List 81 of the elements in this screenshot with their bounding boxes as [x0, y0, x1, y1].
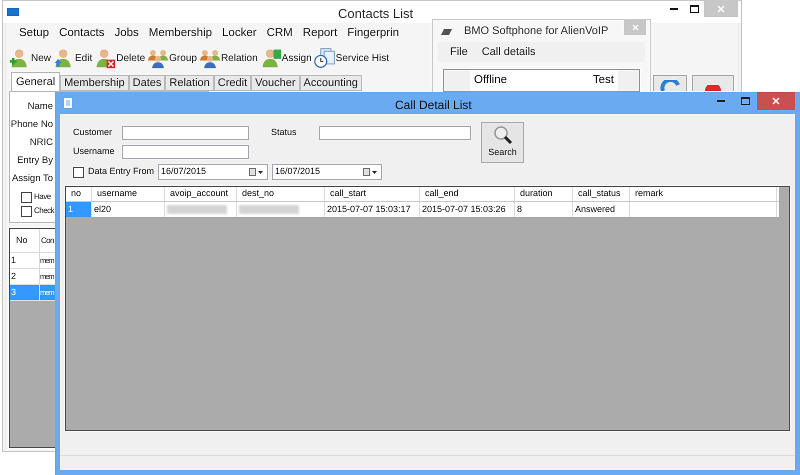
search-icon	[492, 125, 512, 146]
menu-item[interactable]: Call details	[482, 44, 536, 60]
stop-icon	[705, 85, 721, 91]
menu-item[interactable]: Jobs	[114, 25, 139, 43]
input-field[interactable]	[319, 126, 471, 140]
app-logo-icon	[7, 8, 19, 16]
calendar-dropdown-icon	[249, 168, 264, 176]
toolbar-button[interactable]: Edit	[53, 47, 92, 69]
field-label: NRIC	[28, 136, 53, 150]
menu-item[interactable]: Report	[302, 25, 338, 43]
toolbar-button[interactable]: Delete	[94, 47, 146, 69]
menu-item[interactable]: Fingerprin	[347, 25, 400, 43]
window-title: BMO Softphone for AlienVoIP	[464, 24, 608, 39]
close-icon	[632, 24, 638, 31]
tab[interactable]: Voucher	[251, 75, 300, 91]
refresh-button[interactable]	[653, 75, 687, 91]
toolbar-button[interactable]: New	[9, 47, 52, 69]
input-field[interactable]	[122, 145, 249, 159]
people-icon	[147, 47, 170, 69]
checkbox-label: Check	[34, 205, 54, 217]
stop-button[interactable]	[692, 75, 734, 91]
table-cell[interactable]: 2	[10, 269, 40, 285]
tab[interactable]: Membership	[60, 75, 129, 91]
person-card-icon	[260, 47, 282, 69]
search-button[interactable]: Search	[481, 122, 524, 163]
date-field[interactable]: 16/07/2015	[158, 164, 268, 180]
account-name: Test	[592, 73, 614, 88]
menu-item[interactable]: Contacts	[59, 25, 104, 43]
field-label: Phone No	[10, 118, 53, 132]
table-cell: 2015-07-07 15:03:26	[420, 202, 515, 217]
close-button[interactable]	[757, 92, 795, 110]
field-label: Status	[271, 126, 298, 140]
clock-documents-icon	[314, 47, 336, 69]
refresh-icon	[660, 80, 680, 91]
person-cross-icon	[94, 47, 116, 69]
toolbar-button[interactable]: Relation	[198, 47, 258, 69]
window-title: Call Detail List	[395, 97, 472, 114]
tab[interactable]: Accounting	[300, 75, 362, 91]
window-title: Contacts List	[338, 5, 414, 23]
checkbox-label: Data Entry From	[88, 165, 156, 178]
column-header: No	[10, 229, 40, 253]
table-cell: 8	[515, 202, 573, 217]
toolbar-button[interactable]: Group	[147, 47, 197, 69]
calendar-dropdown-icon	[363, 168, 378, 176]
tab[interactable]: Relation	[165, 75, 214, 91]
minimize-icon	[717, 100, 725, 102]
tab[interactable]: General	[11, 72, 60, 91]
table-cell: 2015-07-07 15:03:17	[325, 202, 420, 217]
close-icon	[772, 97, 780, 105]
input-field[interactable]	[122, 126, 249, 140]
checkbox[interactable]	[21, 206, 32, 216]
checkbox-label: Have	[34, 191, 51, 203]
maximize-icon	[740, 97, 750, 105]
close-icon	[717, 5, 725, 13]
date-field[interactable]: 16/07/2015	[272, 164, 382, 180]
menu-item[interactable]: File	[450, 44, 468, 60]
table-cell[interactable]: 1	[10, 253, 40, 269]
minimize-icon	[670, 8, 678, 10]
table-cell: 1	[66, 202, 92, 217]
phone-icon	[441, 28, 452, 34]
table-cell: el20	[92, 202, 165, 217]
field-label: Username	[73, 145, 116, 158]
toolbar-button[interactable]: Assign	[260, 47, 312, 69]
toolbar-button[interactable]: Service Hist	[314, 47, 390, 69]
people-icon	[198, 47, 221, 69]
field-label: Assign To	[10, 172, 53, 186]
maximize-icon	[690, 5, 698, 13]
field-label: Customer	[73, 126, 114, 140]
menu-item[interactable]: CRM	[266, 25, 293, 43]
menu-item[interactable]: Membership	[148, 25, 212, 43]
status-text: Offline	[474, 73, 508, 88]
menu-item[interactable]: Locker	[222, 25, 257, 43]
field-label: Name	[26, 100, 53, 114]
tab[interactable]: Dates	[128, 75, 166, 91]
tab[interactable]: Credit	[214, 75, 252, 91]
menu-item[interactable]: Setup	[19, 25, 50, 43]
table-cell: Answered	[573, 202, 630, 217]
checkbox[interactable]	[73, 166, 84, 178]
document-icon	[64, 98, 72, 108]
checkbox[interactable]	[21, 192, 32, 202]
field-label: Entry By	[16, 154, 53, 168]
